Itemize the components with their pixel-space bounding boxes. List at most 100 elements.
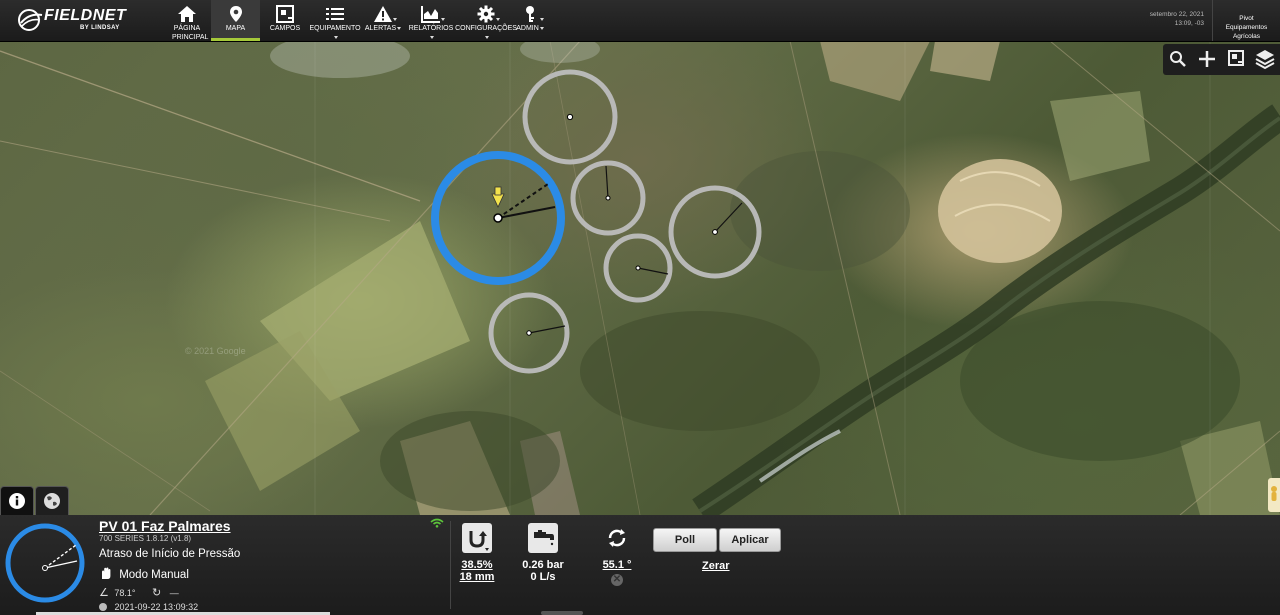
equipment-status: Atraso de Início de Pressão (99, 548, 241, 560)
chevron-down-icon (441, 18, 445, 21)
apply-button[interactable]: Aplicar (719, 528, 781, 552)
tab-globe[interactable] (35, 486, 69, 515)
depth-mm-link[interactable]: 18 mm (457, 571, 497, 583)
pivot-marker-south-center[interactable] (603, 233, 673, 303)
tab-info[interactable] (0, 486, 34, 515)
fieldnet-logo[interactable]: FIELDNET BY LINDSAY (18, 7, 128, 35)
account-line-3: Agrícolas (1232, 33, 1261, 40)
operation-mode-label: Modo Manual (119, 569, 189, 581)
key-icon (520, 5, 544, 23)
pivot-marker-south[interactable] (488, 292, 570, 374)
pivot-overlays (431, 69, 762, 374)
zoom-out-button[interactable] (1166, 48, 1190, 70)
rotation-direction-value: — (169, 588, 179, 598)
current-datetime: setembro 22, 2021 13:09, -03 (1150, 10, 1204, 28)
pivot-angle-row: ∠ 78.1° ↻ — (99, 586, 179, 599)
equipment-title-link[interactable]: PV 01 Faz Palmares (99, 518, 231, 534)
brand-subtitle: BY LINDSAY (80, 25, 120, 31)
nav-label-reports: RELATÓRIOS (409, 25, 453, 41)
equipment-series: 700 SERIES 1.8.12 (v1.8) (99, 534, 192, 543)
pivot-marker-center[interactable] (570, 160, 646, 236)
top-navigation-bar: FIELDNET BY LINDSAY PÁGINA PRINCIPAL MAP… (0, 0, 1280, 42)
nav-item-equipment[interactable]: EQUIPAMENTO (308, 0, 362, 41)
street-view-pegman-icon[interactable] (1268, 478, 1280, 512)
equipment-info-panel: PV 01 Faz Palmares 700 SERIES 1.8.12 (v1… (0, 515, 1280, 615)
last-update-timestamp: 2021-09-22 13:09:32 (114, 602, 199, 612)
u-turn-depth-icon (469, 531, 489, 551)
panel-scrollbar[interactable] (541, 611, 583, 615)
nav-item-fields[interactable]: CAMPOS (263, 0, 307, 41)
zoom-in-icon (1199, 51, 1215, 67)
nav-item-alerts[interactable]: ALERTAS (364, 0, 402, 41)
nav-label-home: PÁGINA PRINCIPAL (172, 25, 209, 41)
nav-label-admin: ADMIN (516, 25, 544, 32)
nav-item-map[interactable]: MAPA (211, 0, 260, 41)
nav-item-admin[interactable]: ADMIN (515, 0, 545, 41)
nav-label-alerts: ALERTAS (365, 25, 402, 32)
fieldnet-logo-icon (18, 9, 43, 31)
nav-label-fields: CAMPOS (269, 25, 301, 32)
close-icon: ✕ (612, 574, 622, 585)
draw-field-icon (1228, 50, 1244, 66)
pivot-marker-east[interactable] (668, 185, 762, 279)
position-control: 55.1 ° ✕ (597, 523, 637, 586)
chevron-down-icon (539, 26, 544, 30)
panel-divider (450, 521, 451, 609)
chevron-down-icon (397, 26, 402, 30)
brand-name: FIELDNET (44, 7, 127, 24)
pivot-direction-arrow-icon (491, 193, 505, 208)
nav-item-settings[interactable]: CONFIGURAÇÕES (455, 0, 517, 41)
water-faucet-icon (534, 530, 554, 546)
account-line-1: Pivot (1239, 15, 1254, 22)
account-line-2: Equipamentos (1225, 24, 1268, 31)
equipment-list-icon (325, 5, 345, 23)
reset-link[interactable]: Zerar (702, 560, 730, 572)
chevron-down-icon (496, 18, 500, 21)
pivot-angle-value: 78.1° (114, 588, 136, 598)
map-attribution-watermark: © 2021 Google (185, 346, 246, 356)
reports-chart-icon (421, 5, 445, 23)
account-menu[interactable]: Pivot Equipamentos Agrícolas (1212, 0, 1280, 41)
map-controls (1163, 44, 1280, 75)
depth-button[interactable] (462, 523, 492, 553)
hand-icon (99, 567, 113, 580)
gear-icon (476, 5, 500, 23)
poll-button[interactable]: Poll (653, 528, 717, 552)
rotation-direction-icon: ↻ (152, 587, 162, 599)
chevron-down-icon (484, 35, 489, 39)
depth-percent-link[interactable]: 38.5% (457, 559, 497, 571)
zoom-in-button[interactable] (1195, 48, 1219, 70)
pivot-position-gauge (5, 523, 85, 603)
water-pressure-status: 0.26 bar 0 L/s (515, 523, 571, 583)
rotate-position-icon (608, 529, 626, 547)
globe-icon (44, 493, 60, 509)
pivot-marker-selected[interactable] (431, 151, 565, 285)
position-button[interactable] (602, 523, 632, 553)
chevron-down-icon (333, 35, 338, 39)
alert-icon (373, 5, 397, 23)
nav-item-home[interactable]: PÁGINA PRINCIPAL (165, 0, 209, 41)
nav-item-reports[interactable]: RELATÓRIOS (407, 0, 455, 41)
nav-label-equipment: EQUIPAMENTO (309, 25, 361, 41)
operation-mode: Modo Manual (99, 567, 189, 581)
info-icon (9, 493, 25, 509)
chevron-down-icon (393, 18, 397, 21)
current-date: setembro 22, 2021 (1149, 11, 1204, 18)
pressure-value: 0.26 bar (522, 559, 564, 571)
chevron-down-icon (429, 35, 434, 39)
angle-icon: ∠ (99, 587, 109, 599)
pivot-marker-north[interactable] (522, 69, 618, 165)
layers-button[interactable] (1253, 48, 1277, 70)
signal-wifi-icon (430, 518, 444, 528)
clock-icon (99, 603, 107, 611)
chevron-down-icon (540, 18, 544, 21)
flow-value: 0 L/s (530, 571, 556, 583)
satellite-map[interactable]: © 2021 Google (0, 41, 1280, 515)
draw-field-button[interactable] (1224, 48, 1248, 70)
layers-icon (1255, 50, 1275, 70)
water-button[interactable] (528, 523, 558, 553)
position-value-link[interactable]: 55.1 ° (597, 559, 637, 571)
zoom-out-icon (1170, 51, 1186, 67)
clear-position-button[interactable]: ✕ (611, 574, 623, 586)
current-time: 13:09, -03 (1174, 20, 1204, 27)
